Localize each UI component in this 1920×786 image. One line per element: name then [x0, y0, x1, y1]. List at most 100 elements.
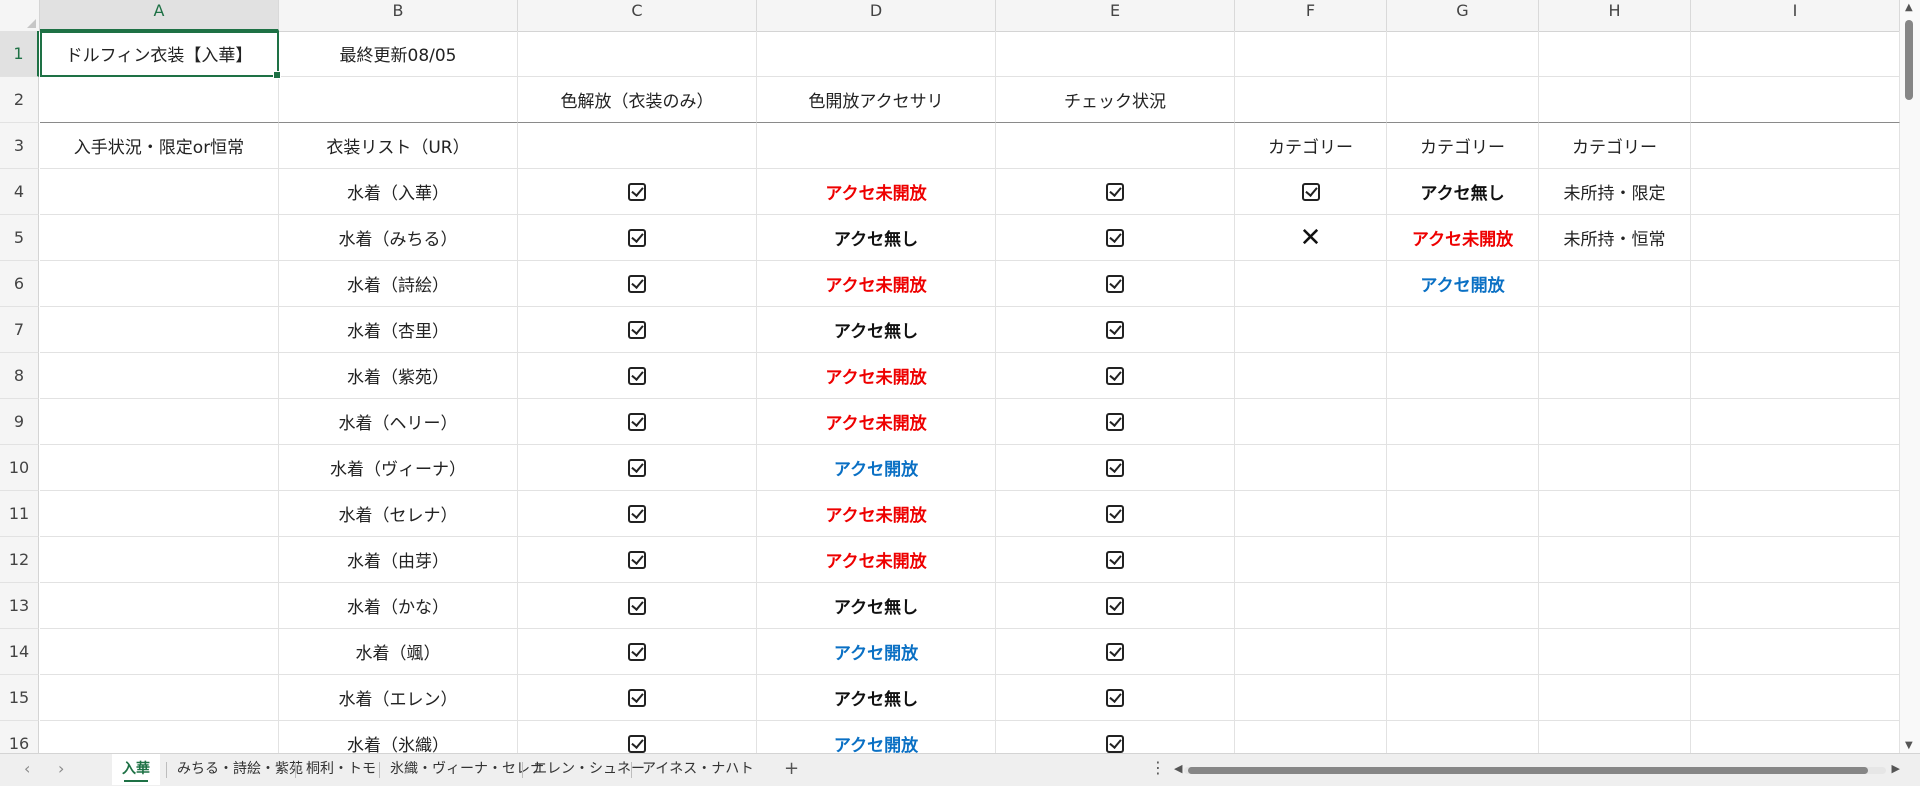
cell-h6[interactable] — [1539, 261, 1691, 307]
cell-g11[interactable] — [1387, 491, 1539, 537]
checked-checkbox-icon[interactable] — [628, 228, 646, 247]
cell-e15[interactable] — [996, 675, 1235, 721]
cell-d14[interactable]: アクセ開放 — [757, 629, 996, 675]
cell-d11[interactable]: アクセ未開放 — [757, 491, 996, 537]
cell-d3[interactable] — [757, 123, 996, 169]
cell-i16[interactable] — [1691, 721, 1900, 753]
column-header-a[interactable]: A — [40, 0, 279, 31]
cell-f11[interactable] — [1235, 491, 1387, 537]
cell-d4[interactable]: アクセ未開放 — [757, 169, 996, 215]
cell-e6[interactable] — [996, 261, 1235, 307]
vertical-scroll-thumb[interactable] — [1905, 20, 1913, 100]
cell-d5[interactable]: アクセ無し — [757, 215, 996, 261]
cell-g8[interactable] — [1387, 353, 1539, 399]
cell-b11[interactable]: 水着（セレナ） — [279, 491, 518, 537]
cell-f5[interactable]: ✕ — [1235, 215, 1387, 261]
checked-checkbox-icon[interactable] — [1106, 366, 1124, 385]
row-header-16[interactable]: 16 — [0, 721, 39, 753]
checked-checkbox-icon[interactable] — [1106, 642, 1124, 661]
cell-b14[interactable]: 水着（颯） — [279, 629, 518, 675]
cell-e4[interactable] — [996, 169, 1235, 215]
cell-a8[interactable] — [40, 353, 279, 399]
cell-f13[interactable] — [1235, 583, 1387, 629]
cell-h13[interactable] — [1539, 583, 1691, 629]
cell-c3[interactable] — [518, 123, 757, 169]
cell-b6[interactable]: 水着（詩絵） — [279, 261, 518, 307]
cell-d10[interactable]: アクセ開放 — [757, 445, 996, 491]
row-header-13[interactable]: 13 — [0, 583, 39, 629]
cell-c5[interactable] — [518, 215, 757, 261]
checked-checkbox-icon[interactable] — [1106, 228, 1124, 247]
cell-c6[interactable] — [518, 261, 757, 307]
checked-checkbox-icon[interactable] — [628, 734, 646, 753]
horizontal-scroll-thumb[interactable] — [1188, 767, 1868, 774]
cell-g13[interactable] — [1387, 583, 1539, 629]
cell-f10[interactable] — [1235, 445, 1387, 491]
cell-b3[interactable]: 衣装リスト（UR） — [279, 123, 518, 169]
cell-a14[interactable] — [40, 629, 279, 675]
checked-checkbox-icon[interactable] — [1106, 182, 1124, 201]
cell-g9[interactable] — [1387, 399, 1539, 445]
cell-g2[interactable] — [1387, 77, 1539, 123]
cell-f16[interactable] — [1235, 721, 1387, 753]
cell-i5[interactable] — [1691, 215, 1900, 261]
row-header-5[interactable]: 5 — [0, 215, 39, 261]
cell-e14[interactable] — [996, 629, 1235, 675]
cell-e2[interactable]: チェック状況 — [996, 77, 1235, 123]
column-header-h[interactable]: H — [1539, 0, 1691, 31]
row-header-3[interactable]: 3 — [0, 123, 39, 169]
cell-h16[interactable] — [1539, 721, 1691, 753]
checked-checkbox-icon[interactable] — [1106, 412, 1124, 431]
checked-checkbox-icon[interactable] — [1106, 504, 1124, 523]
cell-f15[interactable] — [1235, 675, 1387, 721]
cell-e8[interactable] — [996, 353, 1235, 399]
sheet-tab[interactable]: アイネス・ナハト — [632, 754, 764, 785]
cell-g1[interactable] — [1387, 31, 1539, 77]
cell-g10[interactable] — [1387, 445, 1539, 491]
select-all-corner[interactable] — [0, 0, 40, 31]
cell-b10[interactable]: 水着（ヴィーナ） — [279, 445, 518, 491]
cell-c10[interactable] — [518, 445, 757, 491]
cell-i11[interactable] — [1691, 491, 1900, 537]
cell-e11[interactable] — [996, 491, 1235, 537]
cell-c9[interactable] — [518, 399, 757, 445]
scroll-left-icon[interactable]: ◀ — [1174, 762, 1182, 775]
row-header-1[interactable]: 1 — [0, 31, 39, 77]
row-header-10[interactable]: 10 — [0, 445, 39, 491]
cell-g12[interactable] — [1387, 537, 1539, 583]
cell-a2[interactable] — [40, 77, 279, 123]
cell-i9[interactable] — [1691, 399, 1900, 445]
cell-f6[interactable] — [1235, 261, 1387, 307]
cell-e12[interactable] — [996, 537, 1235, 583]
row-header-4[interactable]: 4 — [0, 169, 39, 215]
cell-h2[interactable] — [1539, 77, 1691, 123]
cell-a7[interactable] — [40, 307, 279, 353]
cell-c12[interactable] — [518, 537, 757, 583]
cell-h1[interactable] — [1539, 31, 1691, 77]
cell-e9[interactable] — [996, 399, 1235, 445]
cell-b16[interactable]: 水着（氷織） — [279, 721, 518, 753]
column-header-i[interactable]: I — [1691, 0, 1900, 31]
cell-h3[interactable]: カテゴリー — [1539, 123, 1691, 169]
row-header-12[interactable]: 12 — [0, 537, 39, 583]
checked-checkbox-icon[interactable] — [628, 412, 646, 431]
cell-g14[interactable] — [1387, 629, 1539, 675]
row-header-11[interactable]: 11 — [0, 491, 39, 537]
cell-e5[interactable] — [996, 215, 1235, 261]
cell-f12[interactable] — [1235, 537, 1387, 583]
cell-h10[interactable] — [1539, 445, 1691, 491]
cell-h12[interactable] — [1539, 537, 1691, 583]
cell-i1[interactable] — [1691, 31, 1900, 77]
cell-c7[interactable] — [518, 307, 757, 353]
cell-c15[interactable] — [518, 675, 757, 721]
cell-e7[interactable] — [996, 307, 1235, 353]
cell-g3[interactable]: カテゴリー — [1387, 123, 1539, 169]
cell-h8[interactable] — [1539, 353, 1691, 399]
cell-b9[interactable]: 水着（ヘリー） — [279, 399, 518, 445]
cell-f9[interactable] — [1235, 399, 1387, 445]
cell-i10[interactable] — [1691, 445, 1900, 491]
cell-a4[interactable] — [40, 169, 279, 215]
vertical-scrollbar[interactable]: ▲ ▼ — [1900, 0, 1920, 753]
cell-g16[interactable] — [1387, 721, 1539, 753]
checked-checkbox-icon[interactable] — [1106, 550, 1124, 569]
